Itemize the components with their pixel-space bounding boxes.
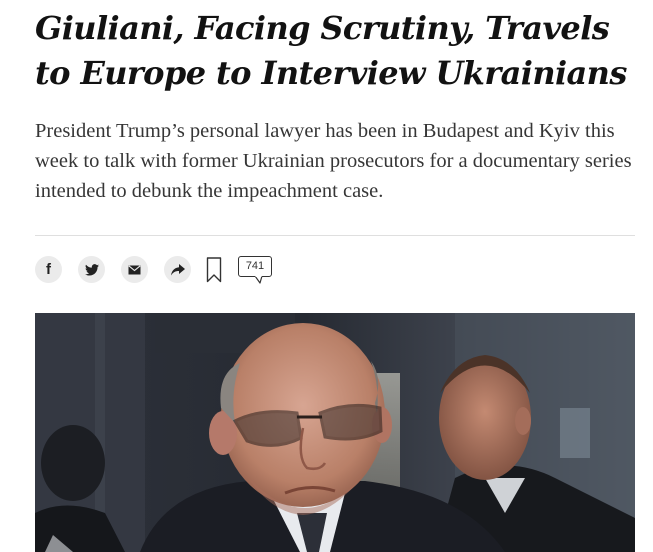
article-photo: [35, 313, 635, 552]
twitter-share-button[interactable]: [78, 256, 105, 283]
share-toolbar: f 741: [35, 255, 635, 285]
article-photo-image: [35, 313, 635, 552]
article-summary: President Trump’s personal lawyer has be…: [35, 120, 632, 202]
comment-bubble-tail-icon: [255, 276, 263, 284]
facebook-icon: f: [46, 261, 51, 278]
bookmark-button[interactable]: [205, 257, 223, 283]
divider: [35, 235, 635, 236]
email-share-button[interactable]: [121, 256, 148, 283]
article-page: Giuliani, Facing Scrutiny, Travels to Eu…: [0, 0, 653, 552]
comment-count: 741: [238, 256, 272, 277]
twitter-icon: [84, 263, 99, 276]
bookmark-icon: [206, 257, 222, 283]
facebook-share-button[interactable]: f: [35, 256, 62, 283]
email-icon: [128, 264, 141, 274]
share-icon: [170, 263, 185, 275]
comments-button[interactable]: 741: [238, 256, 274, 286]
article-headline: Giuliani, Facing Scrutiny, Travels to Eu…: [35, 9, 627, 92]
more-share-button[interactable]: [164, 256, 191, 283]
